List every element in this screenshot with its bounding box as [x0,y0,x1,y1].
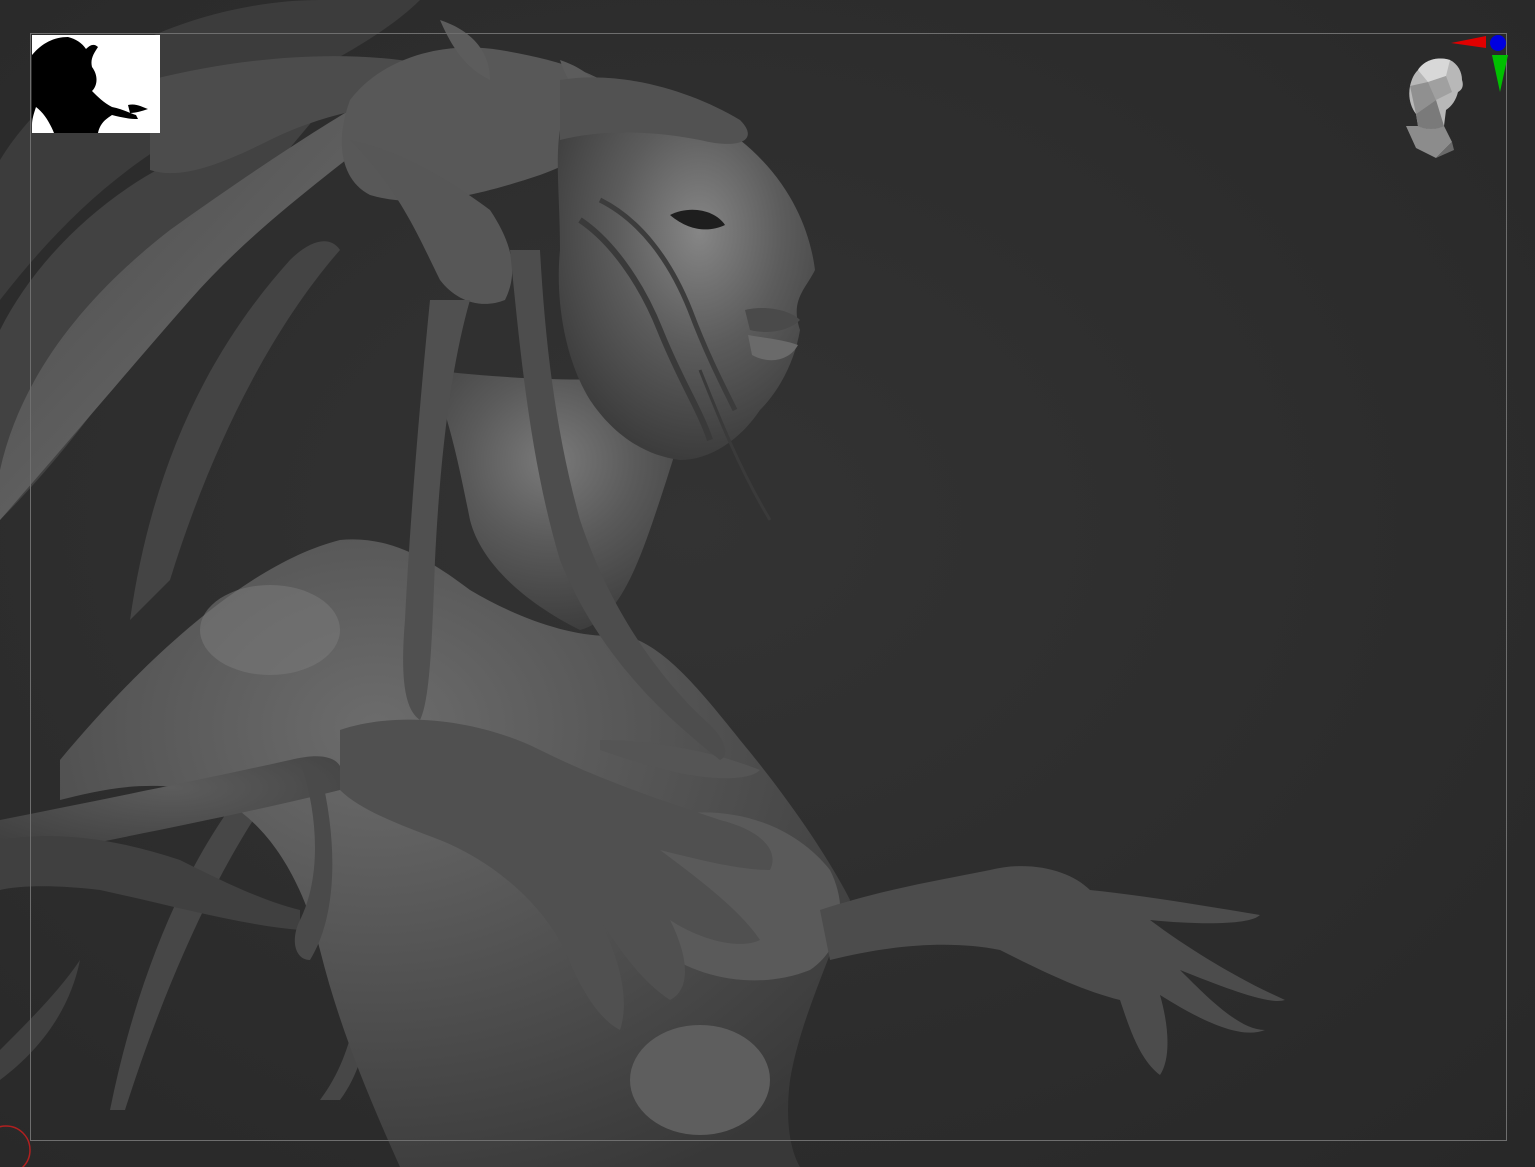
silhouette-thumbnail[interactable] [32,35,160,133]
axis-y-icon [1492,55,1508,92]
head-navigator-icon[interactable] [1396,30,1511,160]
canvas-frame-bottom [30,1140,1506,1141]
sculpt-model[interactable] [0,0,1535,1167]
silhouette-icon [32,35,160,133]
canvas-frame-left [30,33,31,1141]
canvas-frame-right [1506,33,1507,1141]
axis-z-icon [1490,35,1506,51]
axis-x-icon [1451,36,1486,48]
brush-cursor-icon [0,1125,31,1167]
3d-viewport[interactable] [0,0,1535,1167]
canvas-frame-top [30,33,1507,34]
